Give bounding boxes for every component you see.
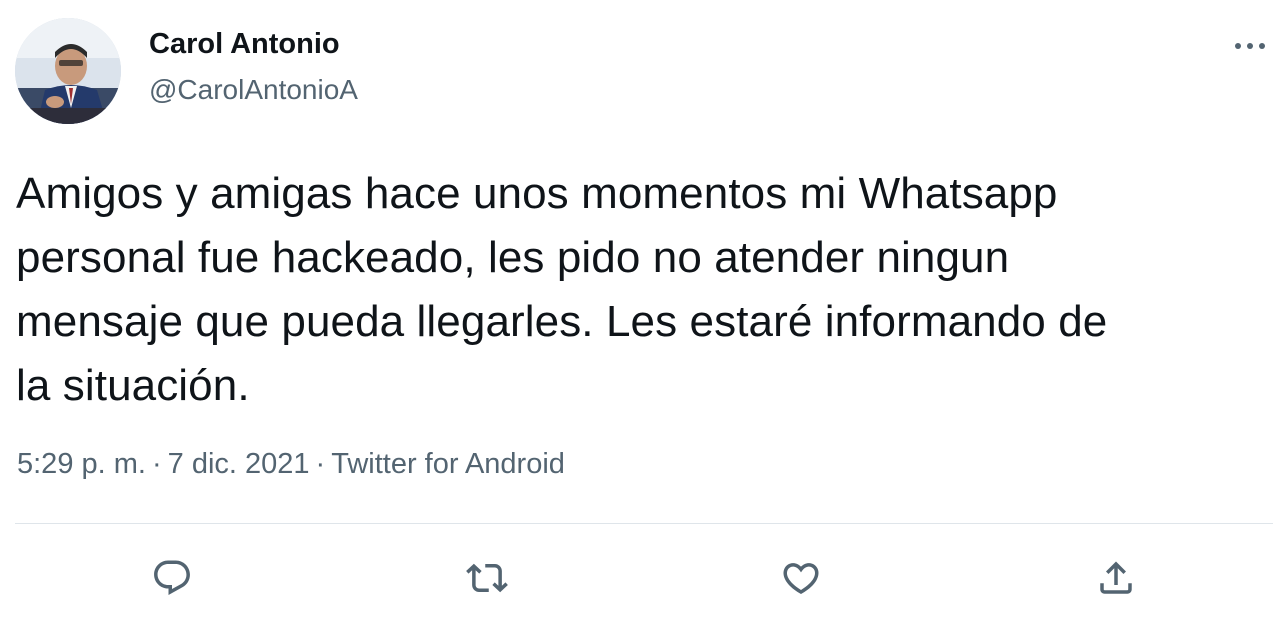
avatar[interactable] <box>15 18 121 124</box>
tweet-source[interactable]: Twitter for Android <box>331 448 565 480</box>
reply-icon <box>154 560 190 595</box>
display-name[interactable]: Carol Antonio <box>149 28 340 61</box>
like-button[interactable] <box>773 550 829 606</box>
tweet-card: Carol Antonio @CarolAntonioA Amigos y am… <box>0 0 1280 627</box>
action-bar <box>0 550 1280 606</box>
share-button[interactable] <box>1088 550 1144 606</box>
meta-separator: · <box>151 448 162 480</box>
like-icon <box>783 563 819 595</box>
share-icon <box>1100 561 1132 594</box>
reply-button[interactable] <box>144 550 200 606</box>
tweet-text-line: mensaje que pueda llegarles. Les estaré … <box>16 297 1108 346</box>
tweet-date[interactable]: 7 dic. 2021 <box>168 448 310 480</box>
avatar-image <box>15 18 121 124</box>
tweet-time[interactable]: 5:29 p. m. <box>17 448 146 480</box>
tweet-meta: 5:29 p. m. · 7 dic. 2021 · Twitter for Andro… <box>17 448 565 481</box>
more-options-button[interactable] <box>1228 28 1272 64</box>
user-handle[interactable]: @CarolAntonioA <box>149 74 358 106</box>
retweet-icon <box>466 563 508 593</box>
meta-separator: · <box>315 448 326 480</box>
tweet-text-line: la situación. <box>16 361 250 410</box>
tweet-text-line: Amigos y amigas hace unos momentos mi Wh… <box>16 169 1058 218</box>
retweet-button[interactable] <box>459 550 515 606</box>
tweet-text: Amigos y amigas hace unos momentos mi Wh… <box>16 162 1272 418</box>
divider <box>15 523 1273 524</box>
tweet-text-line: personal fue hackeado, les pido no atend… <box>16 233 1010 282</box>
more-icon <box>1235 43 1265 49</box>
